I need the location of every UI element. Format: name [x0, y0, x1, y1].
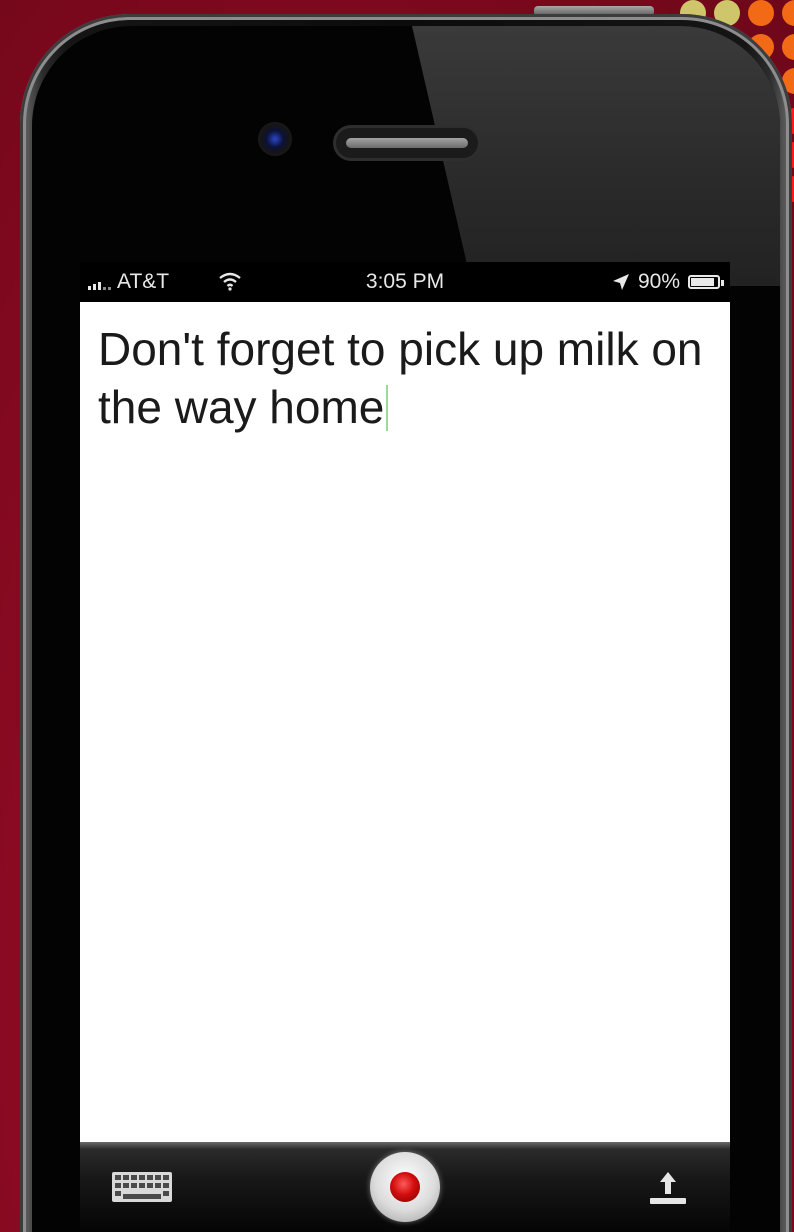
phone-screen: AT&T 3:05 PM 90% Don't forget to pick up… — [80, 262, 730, 1232]
record-icon — [390, 1172, 420, 1202]
status-bar: AT&T 3:05 PM 90% — [80, 262, 730, 302]
text-cursor — [386, 385, 389, 431]
decorative-dot — [748, 0, 774, 26]
bottom-toolbar — [80, 1142, 730, 1232]
earpiece-speaker — [336, 128, 478, 158]
front-camera — [258, 122, 292, 156]
dictated-note[interactable]: Don't forget to pick up milk on the way … — [98, 320, 718, 436]
battery-icon — [688, 275, 724, 289]
decorative-dot — [782, 34, 794, 60]
location-arrow-icon — [612, 274, 629, 290]
record-button[interactable] — [370, 1152, 440, 1222]
battery-percent: 90% — [637, 270, 680, 293]
share-icon[interactable] — [646, 1168, 690, 1208]
note-text: Don't forget to pick up milk on the way … — [98, 323, 703, 433]
decorative-dot — [782, 0, 794, 26]
keyboard-icon[interactable] — [112, 1172, 172, 1202]
status-right: 90% — [612, 270, 724, 294]
battery-fill — [691, 278, 715, 286]
